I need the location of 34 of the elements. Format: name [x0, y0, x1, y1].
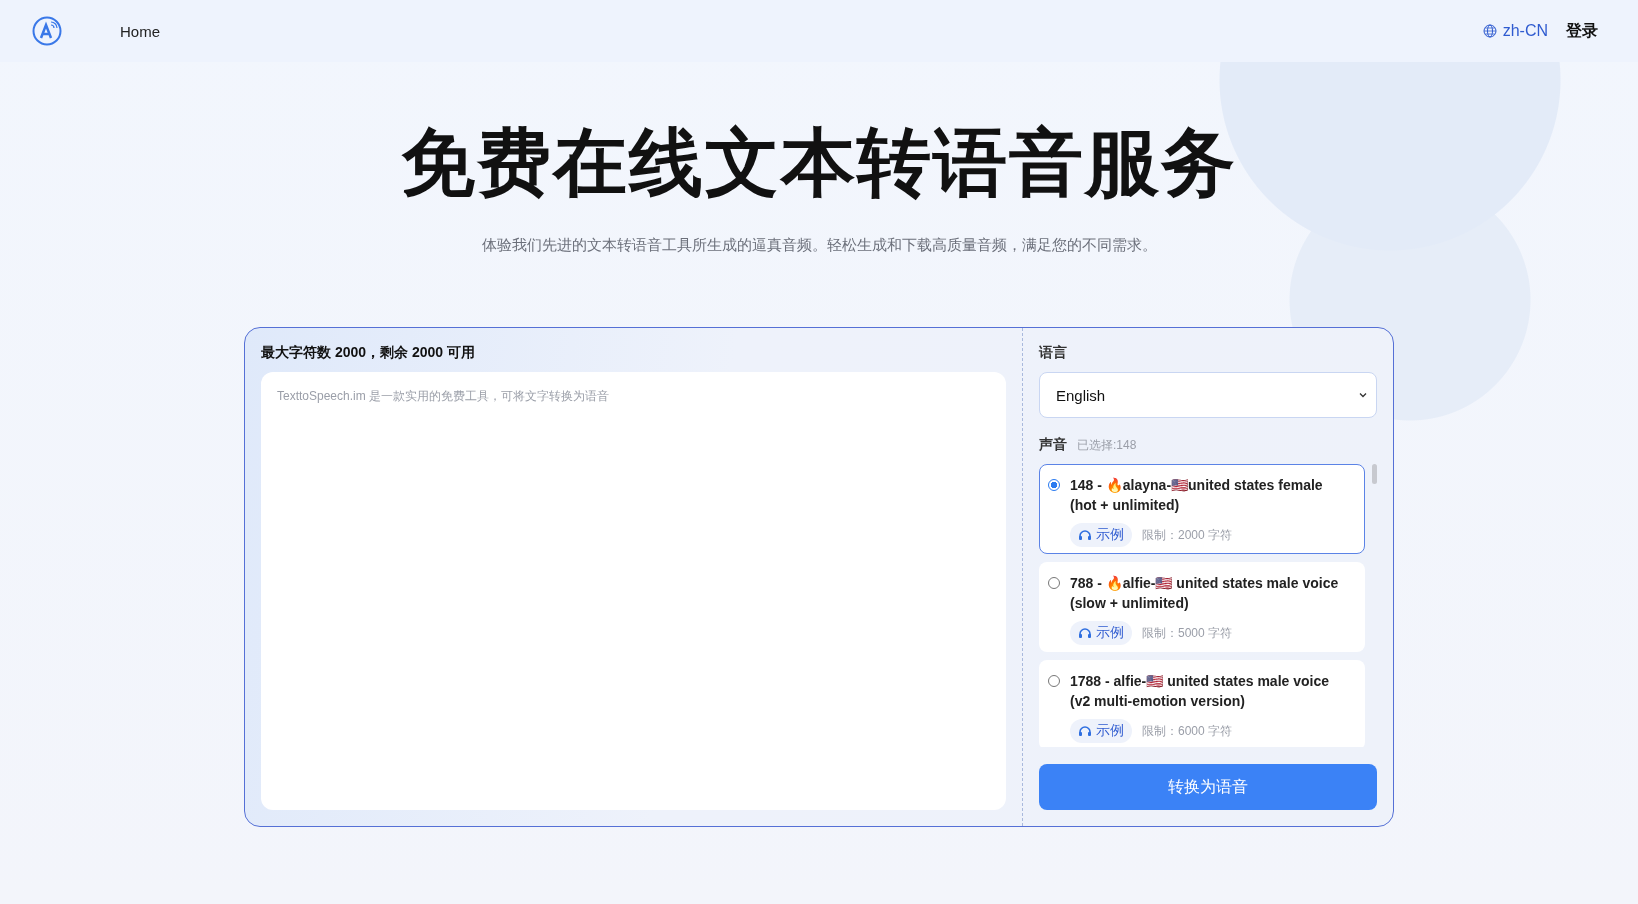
voice-option[interactable]: 1788 - alfie-🇺🇸 united states male voice (v2 multi-emotion version) 示例 限制：6000 字符: [1039, 660, 1365, 747]
radio-button[interactable]: [1048, 577, 1060, 589]
voice-name: 788 - 🔥alfie-🇺🇸 united states male voice (slow + unlimited): [1070, 574, 1340, 613]
voice-name: 148 - 🔥alayna-🇺🇸united states female (hot + unlimited): [1070, 476, 1324, 515]
voice-name: 1788 - alfie-🇺🇸 united states male voice (v2 multi-emotion version): [1070, 672, 1330, 711]
headphones-icon: [1078, 725, 1092, 737]
language-select[interactable]: English: [1039, 372, 1377, 418]
character-limit: 限制：5000 字符: [1142, 624, 1233, 642]
character-limit: 限制：2000 字符: [1142, 526, 1233, 544]
character-counter: 最大字符数 2000，剩余 2000 可用: [261, 344, 476, 362]
radio-button[interactable]: [1048, 479, 1060, 491]
page-subtitle: 体验我们先进的文本转语音工具所生成的逼真音频。轻松生成和下载高质量音频，满足您的不同需求。: [480, 236, 1158, 255]
logo-icon[interactable]: [32, 16, 62, 46]
login-link[interactable]: 登录: [1566, 20, 1598, 42]
radio-button[interactable]: [1048, 675, 1060, 687]
text-input-field[interactable]: TexttoSpeech.im 是一款实用的免费工具，可将文字转换为语音: [261, 372, 1006, 810]
sample-button[interactable]: 示例: [1070, 621, 1132, 645]
language-switcher[interactable]: zh-CN: [1482, 22, 1548, 40]
selected-voice-text: 已选择:148: [1077, 437, 1137, 454]
globe-icon: [1482, 24, 1497, 38]
nav-link[interactable]: Home: [120, 22, 160, 40]
sample-button[interactable]: 示例: [1070, 523, 1132, 547]
scrollbar-thumb[interactable]: [1372, 464, 1377, 484]
language-label: 语言: [1039, 344, 1068, 362]
voice-option[interactable]: 788 - 🔥alfie-🇺🇸 united states male voice (slow + unlimited) 示例 限制：5000 字符: [1039, 562, 1365, 652]
chevron-down-icon: [1358, 390, 1368, 400]
page-title: 免费在线文本转语音服务: [400, 120, 1238, 206]
headphones-icon: [1078, 627, 1092, 639]
sample-button[interactable]: 示例: [1070, 719, 1132, 743]
headphones-icon: [1078, 529, 1092, 541]
voice-label: 声音: [1039, 436, 1067, 454]
character-limit: 限制：6000 字符: [1142, 722, 1233, 740]
convert-button[interactable]: 转换为语音: [1039, 764, 1377, 810]
voice-option[interactable]: 148 - 🔥alayna-🇺🇸united states female (hot + unlimited) 示例 限制：2000 字符: [1039, 464, 1365, 554]
